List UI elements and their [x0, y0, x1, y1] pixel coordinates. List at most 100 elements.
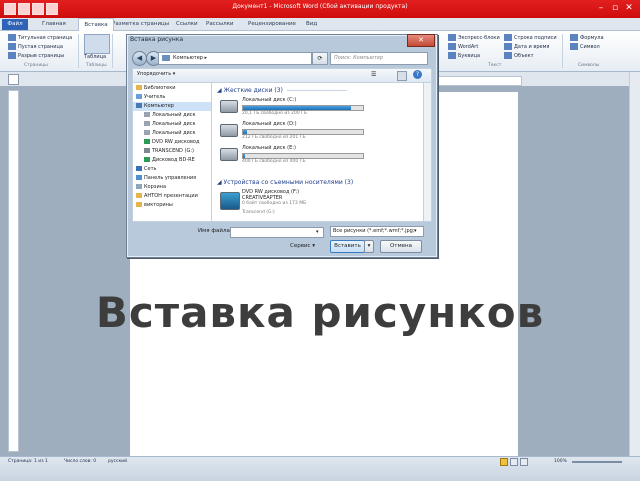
search-input[interactable]: Поиск: Компьютер [330, 52, 428, 65]
redo-icon[interactable] [46, 3, 58, 15]
group-label-symbols: Символы [578, 63, 600, 68]
undo-icon[interactable] [32, 3, 44, 15]
hard-drive-icon [220, 124, 238, 137]
drive-d[interactable]: Локальный диск (D:) 212 ГБ свободно из 2… [220, 121, 420, 143]
tab-page-layout[interactable]: Разметка страницы [112, 19, 169, 29]
blank-page-icon [8, 43, 16, 50]
address-bar[interactable]: Компьютер ▸ [158, 52, 312, 65]
cover-page-button[interactable]: Титульная страница [8, 34, 72, 41]
tab-file[interactable]: Файл [2, 19, 28, 30]
hard-drive-icon [144, 121, 150, 126]
folder-icon [136, 202, 142, 207]
organize-button[interactable]: Упорядочить ▾ [137, 71, 175, 77]
usb-drive-icon [144, 148, 150, 153]
nav-item-disk-e[interactable]: Локальный диск [141, 129, 196, 138]
zoom-level[interactable]: 100% [554, 459, 567, 464]
drive-usage-fill [243, 154, 246, 158]
save-icon[interactable] [18, 3, 30, 15]
tab-mailings[interactable]: Рассылки [206, 19, 234, 29]
view-full-screen-icon[interactable] [510, 458, 518, 466]
nav-item-libraries[interactable]: Библиотеки [133, 84, 176, 93]
table-icon[interactable] [84, 34, 110, 54]
symbol-button[interactable]: Символ [570, 43, 600, 50]
blank-page-button[interactable]: Пустая страница [8, 43, 63, 50]
computer-icon [136, 103, 142, 108]
folder-icon [136, 193, 142, 198]
help-icon[interactable]: ? [413, 70, 422, 79]
back-arrow-icon[interactable]: ◀ [132, 51, 147, 66]
group-header-removable[interactable]: ◢ Устройства со съемными носителями (3) [217, 179, 353, 186]
dialog-toolbar: Упорядочить ▾ ☰ ? [132, 68, 432, 83]
title-bar: Документ1 - Microsoft Word (Сбой активац… [0, 0, 640, 18]
wordart-button[interactable]: WordArt [448, 43, 478, 50]
content-scrollbar[interactable] [423, 82, 432, 222]
view-print-layout-icon[interactable] [500, 458, 508, 466]
cancel-button[interactable]: Отмена [380, 240, 422, 253]
date-time-button[interactable]: Дата и время [504, 43, 549, 50]
insert-button[interactable]: Вставить [330, 240, 365, 253]
filetype-select[interactable]: Все рисунки (*.emf;*.wmf;*.jpg; [330, 226, 424, 237]
tab-home[interactable]: Главная [42, 19, 66, 29]
dvd-icon [220, 192, 240, 210]
ruler-toggle[interactable] [8, 74, 19, 85]
dialog-close-button[interactable]: ✕ [407, 34, 435, 47]
preview-pane-icon[interactable] [397, 71, 407, 81]
slide-title: Вставка рисунков [95, 288, 545, 337]
view-web-icon[interactable] [520, 458, 528, 466]
language-indicator[interactable]: русский [108, 459, 127, 464]
nav-item-disk-c[interactable]: Локальный диск [141, 111, 196, 120]
maximize-button[interactable]: ▫ [608, 2, 622, 14]
zoom-slider[interactable] [572, 461, 622, 463]
word-logo-icon[interactable] [4, 3, 16, 15]
nav-item-bd[interactable]: Дисковод BD-RE [141, 156, 195, 165]
word-count[interactable]: Число слов: 0 [64, 459, 96, 464]
table-button[interactable]: Таблица [84, 54, 106, 60]
drive-c[interactable]: Локальный диск (C:) 20,1 ГБ свободно из … [220, 97, 420, 119]
pi-icon [570, 34, 578, 41]
ribbon-divider [78, 34, 79, 68]
vertical-ruler[interactable] [8, 90, 19, 452]
drive-usage-fill [243, 130, 247, 134]
nav-item-network[interactable]: Сеть [133, 165, 156, 174]
page-count[interactable]: Страница: 1 из 1 [8, 459, 48, 464]
tab-references[interactable]: Ссылки [176, 19, 198, 29]
filetype-dropdown-icon[interactable]: ▾ [414, 226, 420, 237]
nav-item-dvd[interactable]: DVD RW дисковод [141, 138, 199, 147]
quick-parts-button[interactable]: Экспресс-блоки [448, 34, 500, 41]
nav-item-disk-d[interactable]: Локальный диск [141, 120, 196, 129]
page-break-button[interactable]: Разрыв страницы [8, 52, 64, 59]
group-header-hdd[interactable]: ◢ Жесткие диски (3) [217, 87, 347, 94]
filename-dropdown-icon[interactable]: ▾ [316, 227, 324, 238]
refresh-icon[interactable]: ⟳ [312, 52, 328, 65]
wordart-icon [448, 43, 456, 50]
cover-page-icon [8, 34, 16, 41]
view-options-icon[interactable]: ☰ [371, 71, 381, 79]
tab-insert[interactable]: Вставка [78, 18, 114, 32]
nav-item-folder-quizzes[interactable]: викторины [133, 201, 173, 210]
close-button[interactable]: ✕ [622, 2, 636, 14]
nav-item-transcend[interactable]: TRANSCEND (G:) [141, 147, 194, 156]
navigation-pane: Библиотеки Учитель Компьютер Локальный д… [132, 82, 212, 222]
dropcap-button[interactable]: Буквица [448, 52, 480, 59]
vertical-scrollbar[interactable] [629, 72, 640, 456]
status-bar: Страница: 1 из 1 Число слов: 0 русский 1… [0, 456, 640, 481]
omega-icon [570, 43, 578, 50]
nav-item-recycle-bin[interactable]: Корзина [133, 183, 166, 192]
signature-line-button[interactable]: Строка подписи [504, 34, 557, 41]
filename-input[interactable] [230, 227, 324, 238]
drive-dvd[interactable]: DVD RW дисковод (F:) CREATIVEAPTER 0 бай… [220, 189, 420, 219]
tools-button[interactable]: Сервис ▾ [290, 243, 315, 249]
insert-dropdown-icon[interactable]: ▾ [364, 240, 374, 253]
nav-item-control-panel[interactable]: Панель управления [133, 174, 196, 183]
nav-item-user[interactable]: Учитель [133, 93, 165, 102]
nav-item-computer[interactable]: Компьютер [133, 102, 211, 111]
object-button[interactable]: Объект [504, 52, 534, 59]
quick-parts-icon [448, 34, 456, 41]
drive-e[interactable]: Локальный диск (E:) 400 ГБ свободно из 4… [220, 145, 420, 167]
tab-review[interactable]: Рецензирование [248, 19, 296, 29]
equation-button[interactable]: Формула [570, 34, 604, 41]
tab-view[interactable]: Вид [306, 19, 317, 29]
minimize-button[interactable]: – [594, 2, 608, 14]
nav-item-folder-anton[interactable]: АНТОН презентации [133, 192, 198, 201]
hard-drive-icon [220, 148, 238, 161]
